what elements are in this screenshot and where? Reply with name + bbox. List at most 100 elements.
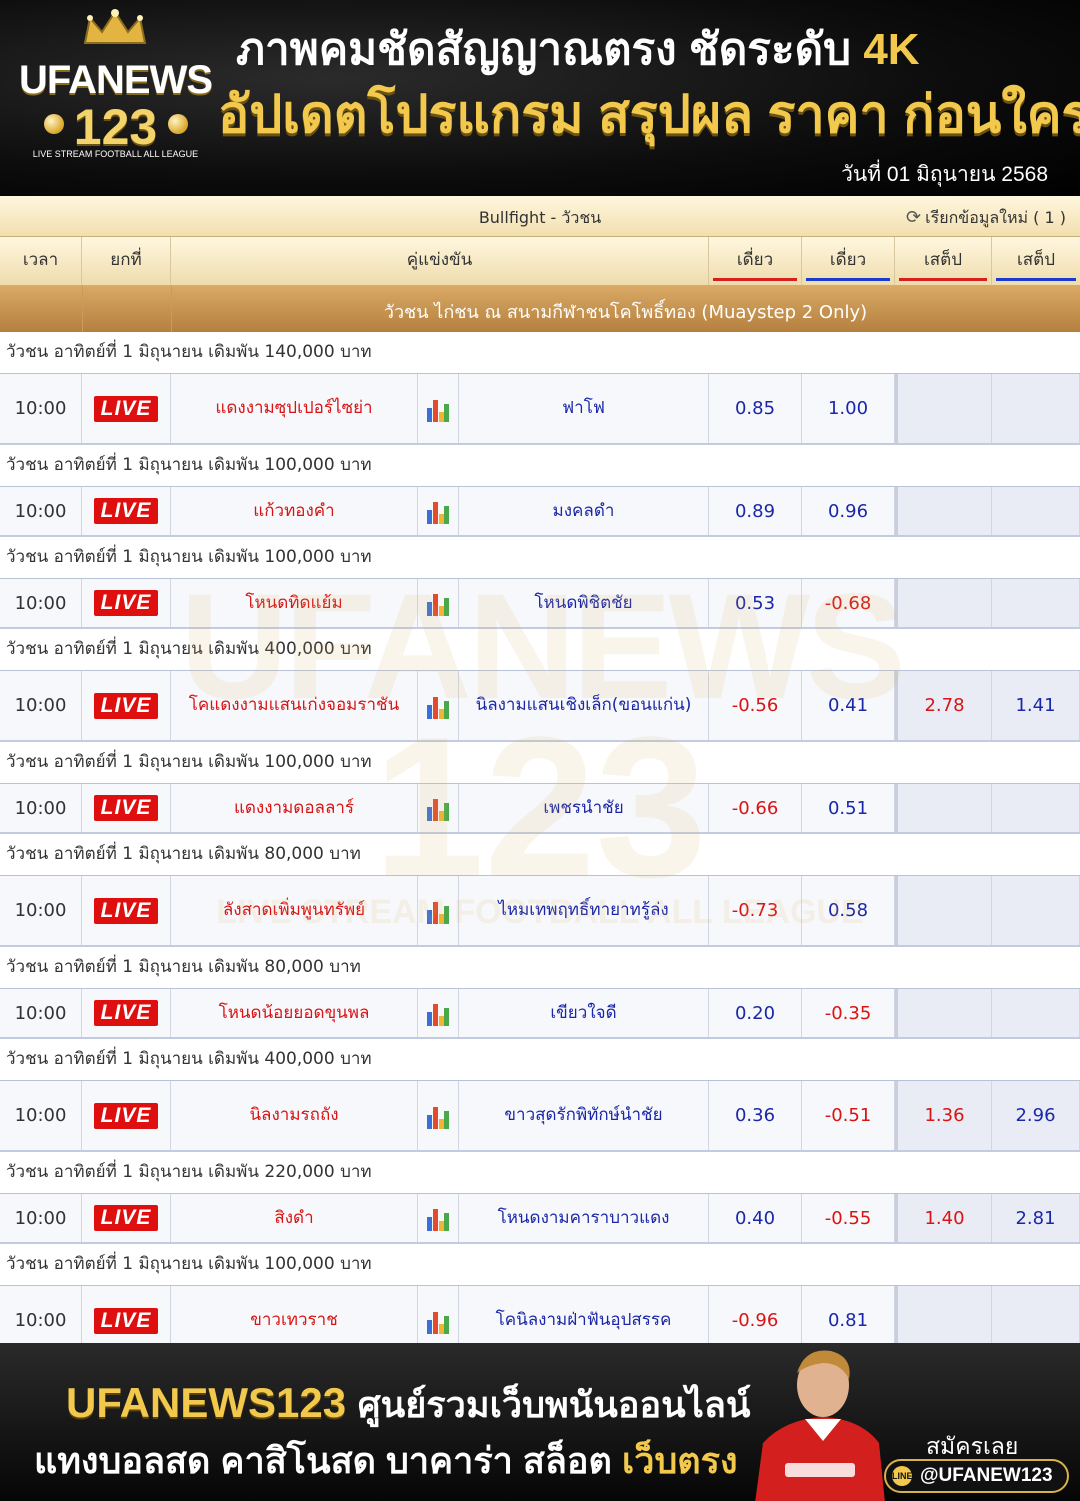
away-team[interactable]: ฟาโฟ	[459, 374, 709, 443]
odds-single-2[interactable]: -0.55	[802, 1194, 895, 1242]
live-badge[interactable]: LIVE	[93, 692, 159, 719]
stats-chart-icon[interactable]	[427, 396, 449, 422]
home-team[interactable]: แดงงามดอลลาร์	[171, 784, 418, 832]
live-cell: LIVE	[82, 989, 171, 1037]
footer-slogan: ศูนย์รวมเว็บพนันออนไลน์	[357, 1384, 751, 1425]
away-team[interactable]: เพชรนำชัย	[459, 784, 709, 832]
footer-services: แทงบอลสด คาสิโนสด บาคาร่า สล็อต เว็บตรง	[34, 1432, 738, 1489]
stats-cell	[418, 784, 459, 832]
odds-step-1[interactable]: 1.40	[895, 1194, 992, 1242]
live-badge[interactable]: LIVE	[93, 795, 159, 821]
football-player-image	[755, 1350, 885, 1501]
odds-single-2[interactable]: 0.51	[802, 784, 895, 832]
home-team[interactable]: โหนดน้อยยอดขุนพล	[171, 989, 418, 1037]
odds-step-2	[992, 374, 1080, 443]
odds-step-2[interactable]: 1.41	[992, 671, 1080, 740]
table-title-bar: Bullfight - วัวชน ⟳ เรียกข้อมูลใหม่ ( 1 )	[0, 196, 1080, 237]
stats-chart-icon[interactable]	[427, 693, 449, 719]
table-row[interactable]: 10:00 LIVE ลังสาดเพิ่มพูนทรัพย์ ไหมเทพฤทธิ์…	[0, 876, 1080, 947]
home-team[interactable]: นิลงามรถถัง	[171, 1081, 418, 1150]
odds-step-2[interactable]: 2.96	[992, 1081, 1080, 1150]
odds-single-2[interactable]: -0.51	[802, 1081, 895, 1150]
stats-chart-icon[interactable]	[427, 590, 449, 616]
table-row[interactable]: 10:00 LIVE แดงงามดอลลาร์ เพชรนำชัย -0.66 0.51	[0, 784, 1080, 834]
odds-single-1[interactable]: 0.53	[709, 579, 802, 627]
odds-single-1[interactable]: 0.89	[709, 487, 802, 535]
odds-single-2[interactable]: -0.68	[802, 579, 895, 627]
column-headers: เวลา ยกที่ คู่แข่งขัน เดี่ยว เดี่ยว เสต็…	[0, 237, 1080, 286]
match-time: 10:00	[0, 784, 82, 832]
live-badge[interactable]: LIVE	[93, 897, 159, 924]
stats-chart-icon[interactable]	[427, 498, 449, 524]
away-team[interactable]: มงคลดำ	[459, 487, 709, 535]
table-row[interactable]: 10:00 LIVE โหนดน้อยยอดขุนพล เขียวใจดี 0.20 -0…	[0, 989, 1080, 1039]
home-team[interactable]: โคแดงงามแสนเก่งจอมราชัน	[171, 671, 418, 740]
table-row[interactable]: 10:00 LIVE สิงดำ โหนดงามคาราบาวแดง 0.40 -0.55…	[0, 1194, 1080, 1244]
odds-single-1[interactable]: 0.20	[709, 989, 802, 1037]
live-badge[interactable]: LIVE	[93, 1205, 159, 1231]
live-badge[interactable]: LIVE	[93, 498, 159, 524]
odds-single-1[interactable]: 0.40	[709, 1194, 802, 1242]
stats-chart-icon[interactable]	[427, 795, 449, 821]
line-contact-button[interactable]: LINE @UFANEW123	[884, 1459, 1069, 1493]
away-team[interactable]: โหนดงามคาราบาวแดง	[459, 1194, 709, 1242]
odds-step-1	[895, 784, 992, 832]
odds-step-2	[992, 487, 1080, 535]
home-team[interactable]: โหนดทิดแย้ม	[171, 579, 418, 627]
col-round: ยกที่	[82, 237, 171, 285]
match-time: 10:00	[0, 374, 82, 443]
table-row[interactable]: 10:00 LIVE แก้วทองคำ มงคลดำ 0.89 0.96	[0, 487, 1080, 537]
away-team[interactable]: โหนดพิชิตชัย	[459, 579, 709, 627]
stats-cell	[418, 487, 459, 535]
away-team[interactable]: ขาวสุดรักพิทักษ์นำชัย	[459, 1081, 709, 1150]
away-team[interactable]: ไหมเทพฤทธิ์ทายาทรู้ล่ง	[459, 876, 709, 945]
col-odds-step-1: เสต็ป	[895, 237, 992, 285]
live-badge[interactable]: LIVE	[93, 1307, 159, 1334]
logo-tagline: LIVE STREAM FOOTBALL ALL LEAGUE	[32, 149, 199, 159]
match-time: 10:00	[0, 671, 82, 740]
table-row[interactable]: 10:00 LIVE โคแดงงามแสนเก่งจอมราชัน นิลงามแส…	[0, 671, 1080, 742]
live-cell: LIVE	[82, 876, 171, 945]
match-list: วัวชน อาทิตย์ที่ 1 มิถุนายน เดิมพัน 140,…	[0, 332, 1080, 1470]
odds-single-2[interactable]: -0.35	[802, 989, 895, 1037]
home-team[interactable]: แดงงามซุปเปอร์ไซย่า	[171, 374, 418, 443]
refresh-icon: ⟳	[906, 207, 922, 228]
odds-single-1[interactable]: 0.36	[709, 1081, 802, 1150]
odds-single-1[interactable]: -0.73	[709, 876, 802, 945]
table-row[interactable]: 10:00 LIVE นิลงามรถถัง ขาวสุดรักพิทักษ์นำชั…	[0, 1081, 1080, 1152]
stats-chart-icon[interactable]	[427, 1308, 449, 1334]
odds-single-1[interactable]: 0.85	[709, 374, 802, 443]
odds-single-2[interactable]: 0.96	[802, 487, 895, 535]
refresh-button[interactable]: ⟳ เรียกข้อมูลใหม่ ( 1 )	[906, 206, 1066, 231]
footer-services-highlight: เว็บตรง	[621, 1440, 738, 1481]
odds-single-2[interactable]: 0.58	[802, 876, 895, 945]
odds-step-2[interactable]: 2.81	[992, 1194, 1080, 1242]
match-time: 10:00	[0, 1081, 82, 1150]
odds-step-1[interactable]: 2.78	[895, 671, 992, 740]
odds-single-1[interactable]: -0.56	[709, 671, 802, 740]
odds-step-1[interactable]: 1.36	[895, 1081, 992, 1150]
table-row[interactable]: 10:00 LIVE โหนดทิดแย้ม โหนดพิชิตชัย 0.53 -0.6…	[0, 579, 1080, 629]
stats-chart-icon[interactable]	[427, 898, 449, 924]
live-badge[interactable]: LIVE	[93, 395, 159, 422]
table-row[interactable]: 10:00 LIVE แดงงามซุปเปอร์ไซย่า ฟาโฟ 0.85 1.00	[0, 374, 1080, 445]
odds-step-2	[992, 579, 1080, 627]
odds-single-2[interactable]: 0.41	[802, 671, 895, 740]
stats-chart-icon[interactable]	[427, 1103, 449, 1129]
league-spacer	[0, 286, 83, 332]
home-team[interactable]: แก้วทองคำ	[171, 487, 418, 535]
live-cell: LIVE	[82, 579, 171, 627]
away-team[interactable]: เขียวใจดี	[459, 989, 709, 1037]
home-team[interactable]: สิงดำ	[171, 1194, 418, 1242]
stats-chart-icon[interactable]	[427, 1000, 449, 1026]
live-badge[interactable]: LIVE	[93, 1000, 159, 1026]
footer-services-text: แทงบอลสด คาสิโนสด บาคาร่า สล็อต	[34, 1440, 622, 1481]
odds-single-1[interactable]: -0.66	[709, 784, 802, 832]
odds-single-2[interactable]: 1.00	[802, 374, 895, 443]
logo-brand-number: 123	[73, 99, 158, 155]
live-badge[interactable]: LIVE	[93, 590, 159, 616]
home-team[interactable]: ลังสาดเพิ่มพูนทรัพย์	[171, 876, 418, 945]
away-team[interactable]: นิลงามแสนเชิงเล็ก(ขอนแก่น)	[459, 671, 709, 740]
live-badge[interactable]: LIVE	[93, 1102, 159, 1129]
stats-chart-icon[interactable]	[427, 1205, 449, 1231]
